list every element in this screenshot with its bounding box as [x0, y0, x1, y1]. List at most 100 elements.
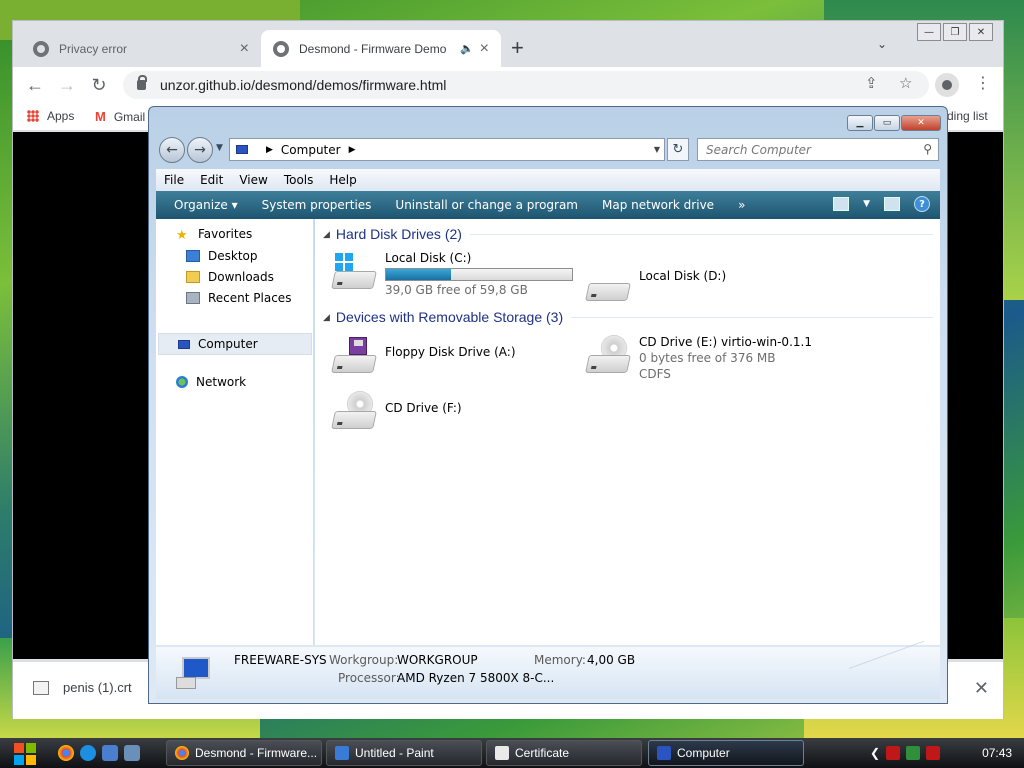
drive-info: Local Disk (C:) 39,0 GB free of 59,8 GB — [385, 251, 573, 297]
chrome-icon[interactable] — [58, 745, 74, 761]
uninstall-program-button[interactable]: Uninstall or change a program — [383, 198, 590, 212]
drive-f[interactable]: CD Drive (F:) — [331, 391, 462, 431]
internet-explorer-icon[interactable] — [80, 745, 96, 761]
group-header-removable[interactable]: ◢ Devices with Removable Storage (3) — [323, 309, 933, 325]
forward-arrow-icon[interactable]: → — [55, 73, 79, 97]
address-bar[interactable]: unzor.github.io/desmond/demos/firmware.h… — [123, 71, 929, 99]
system-properties-button[interactable]: System properties — [250, 198, 384, 212]
bookmark-gmail[interactable]: M Gmail — [95, 109, 145, 124]
tab-firmware-demo[interactable]: Desmond - Firmware Demo 🔈 × — [261, 30, 501, 67]
nav-favorites[interactable]: ★ Favorites — [176, 227, 252, 243]
drive-c[interactable]: Local Disk (C:) 39,0 GB free of 59,8 GB — [331, 251, 573, 297]
back-arrow-icon[interactable]: ← — [23, 73, 47, 97]
volume-tray-icon[interactable] — [926, 746, 941, 760]
back-arrow-icon[interactable]: ← — [159, 137, 185, 163]
chevron-down-icon[interactable]: ⌄ — [877, 37, 887, 51]
tab-privacy-error[interactable]: Privacy error × — [21, 30, 261, 67]
map-network-drive-button[interactable]: Map network drive — [590, 198, 726, 212]
menu-file[interactable]: File — [156, 173, 192, 187]
drive-info: Local Disk (D:) — [639, 263, 726, 303]
drive-info: CD Drive (F:) — [385, 391, 462, 431]
close-button[interactable]: ✕ — [969, 23, 993, 41]
breadcrumb[interactable]: Computer — [281, 143, 341, 157]
drive-name: Local Disk (D:) — [639, 269, 727, 283]
menu-view[interactable]: View — [231, 173, 275, 187]
group-header-hard-disks[interactable]: ◢ Hard Disk Drives (2) — [323, 226, 933, 242]
explorer-window: ▁ ▭ ✕ ← → ▼ ▶ Computer ▶ ▼ ↻ Search Comp… — [148, 106, 948, 710]
star-icon[interactable]: ☆ — [899, 74, 912, 92]
preview-pane-icon[interactable] — [884, 197, 900, 211]
maximize-button[interactable]: ▭ — [874, 115, 900, 131]
task-certificate[interactable]: Certificate — [486, 740, 642, 766]
clock[interactable]: 07:43 — [982, 746, 1012, 760]
more-commands-button[interactable]: » — [726, 198, 757, 212]
organize-button[interactable]: Organize ▾ — [156, 198, 250, 212]
help-icon[interactable]: ? — [914, 196, 930, 212]
search-input[interactable]: Search Computer ⚲ — [697, 138, 939, 161]
views-icon[interactable] — [833, 197, 850, 211]
forward-arrow-icon[interactable]: → — [187, 137, 213, 163]
maximize-button[interactable]: ❐ — [943, 23, 967, 41]
new-tab-button[interactable]: + — [511, 35, 524, 61]
lock-icon[interactable] — [137, 75, 147, 90]
computer-icon — [236, 145, 248, 154]
nav-network[interactable]: Network — [176, 375, 246, 389]
download-item[interactable]: penis (1).crt — [33, 680, 132, 695]
bookmark-apps[interactable]: Apps — [27, 109, 74, 123]
chevron-down-icon[interactable]: ▼ — [654, 145, 660, 154]
close-icon[interactable]: ✕ — [974, 678, 989, 699]
switch-windows-icon[interactable] — [124, 745, 140, 761]
menu-tools[interactable]: Tools — [276, 173, 322, 187]
show-desktop-icon[interactable] — [102, 745, 118, 761]
bookmark-label: Apps — [47, 109, 75, 123]
close-icon[interactable]: × — [480, 40, 489, 58]
bookmark-label: Gmail — [113, 109, 146, 124]
search-icon[interactable]: ⚲ — [923, 142, 932, 156]
drive-e[interactable]: CD Drive (E:) virtio-win-0.1.1 0 bytes f… — [585, 335, 812, 381]
start-button[interactable] — [10, 739, 40, 767]
task-computer[interactable]: Computer — [648, 740, 804, 766]
breadcrumb-arrow-icon[interactable]: ▶ — [266, 145, 273, 155]
minimize-button[interactable]: — — [917, 23, 941, 41]
menu-edit[interactable]: Edit — [192, 173, 231, 187]
history-dropdown-icon[interactable]: ▼ — [216, 143, 223, 153]
toolbar: ← → ↻ unzor.github.io/desmond/demos/firm… — [13, 67, 1003, 103]
address-row: ← → ▼ ▶ Computer ▶ ▼ ↻ Search Computer ⚲ — [159, 135, 939, 165]
url-text[interactable]: unzor.github.io/desmond/demos/firmware.h… — [160, 77, 446, 93]
address-bar[interactable]: ▶ Computer ▶ ▼ — [229, 138, 665, 161]
reading-list-button[interactable]: ding list — [947, 109, 988, 123]
minimize-button[interactable]: ▁ — [847, 115, 873, 131]
nav-recent-places[interactable]: Recent Places — [186, 291, 291, 305]
chevron-down-icon[interactable]: ▼ — [863, 199, 870, 209]
nav-desktop[interactable]: Desktop — [186, 249, 258, 263]
paint-icon — [335, 746, 349, 760]
close-icon[interactable]: × — [240, 40, 249, 58]
drive-body-icon — [331, 355, 377, 373]
profile-avatar[interactable] — [935, 73, 959, 97]
drive-a[interactable]: Floppy Disk Drive (A:) — [331, 335, 516, 375]
nav-computer[interactable]: Computer — [158, 333, 312, 355]
windows-logo-icon — [335, 253, 353, 271]
tray-expand-icon[interactable]: ❮ — [870, 746, 880, 760]
collapse-icon[interactable]: ◢ — [323, 312, 330, 323]
close-button[interactable]: ✕ — [901, 115, 941, 131]
network-icon — [176, 376, 188, 388]
collapse-icon[interactable]: ◢ — [323, 229, 330, 240]
nav-downloads[interactable]: Downloads — [186, 270, 274, 284]
tray-icon[interactable] — [886, 746, 901, 760]
search-placeholder: Search Computer — [706, 142, 811, 157]
task-label: Certificate — [515, 746, 570, 760]
menu-help[interactable]: Help — [321, 173, 364, 187]
share-icon[interactable]: ⇪ — [865, 74, 878, 92]
task-paint[interactable]: Untitled - Paint — [326, 740, 482, 766]
breadcrumb-arrow-icon[interactable]: ▶ — [349, 145, 356, 155]
reload-icon[interactable]: ↻ — [87, 73, 111, 97]
tab-title: Privacy error — [59, 41, 128, 56]
menu-icon[interactable]: ⋮ — [975, 73, 991, 92]
network-tray-icon[interactable] — [906, 746, 921, 760]
task-chrome[interactable]: Desmond - Firmware... — [166, 740, 322, 766]
drive-d[interactable]: Local Disk (D:) — [585, 263, 726, 303]
refresh-icon[interactable]: ↻ — [667, 138, 689, 161]
drive-name: CD Drive (F:) — [385, 401, 462, 415]
speaker-icon[interactable]: 🔈 — [460, 42, 474, 55]
